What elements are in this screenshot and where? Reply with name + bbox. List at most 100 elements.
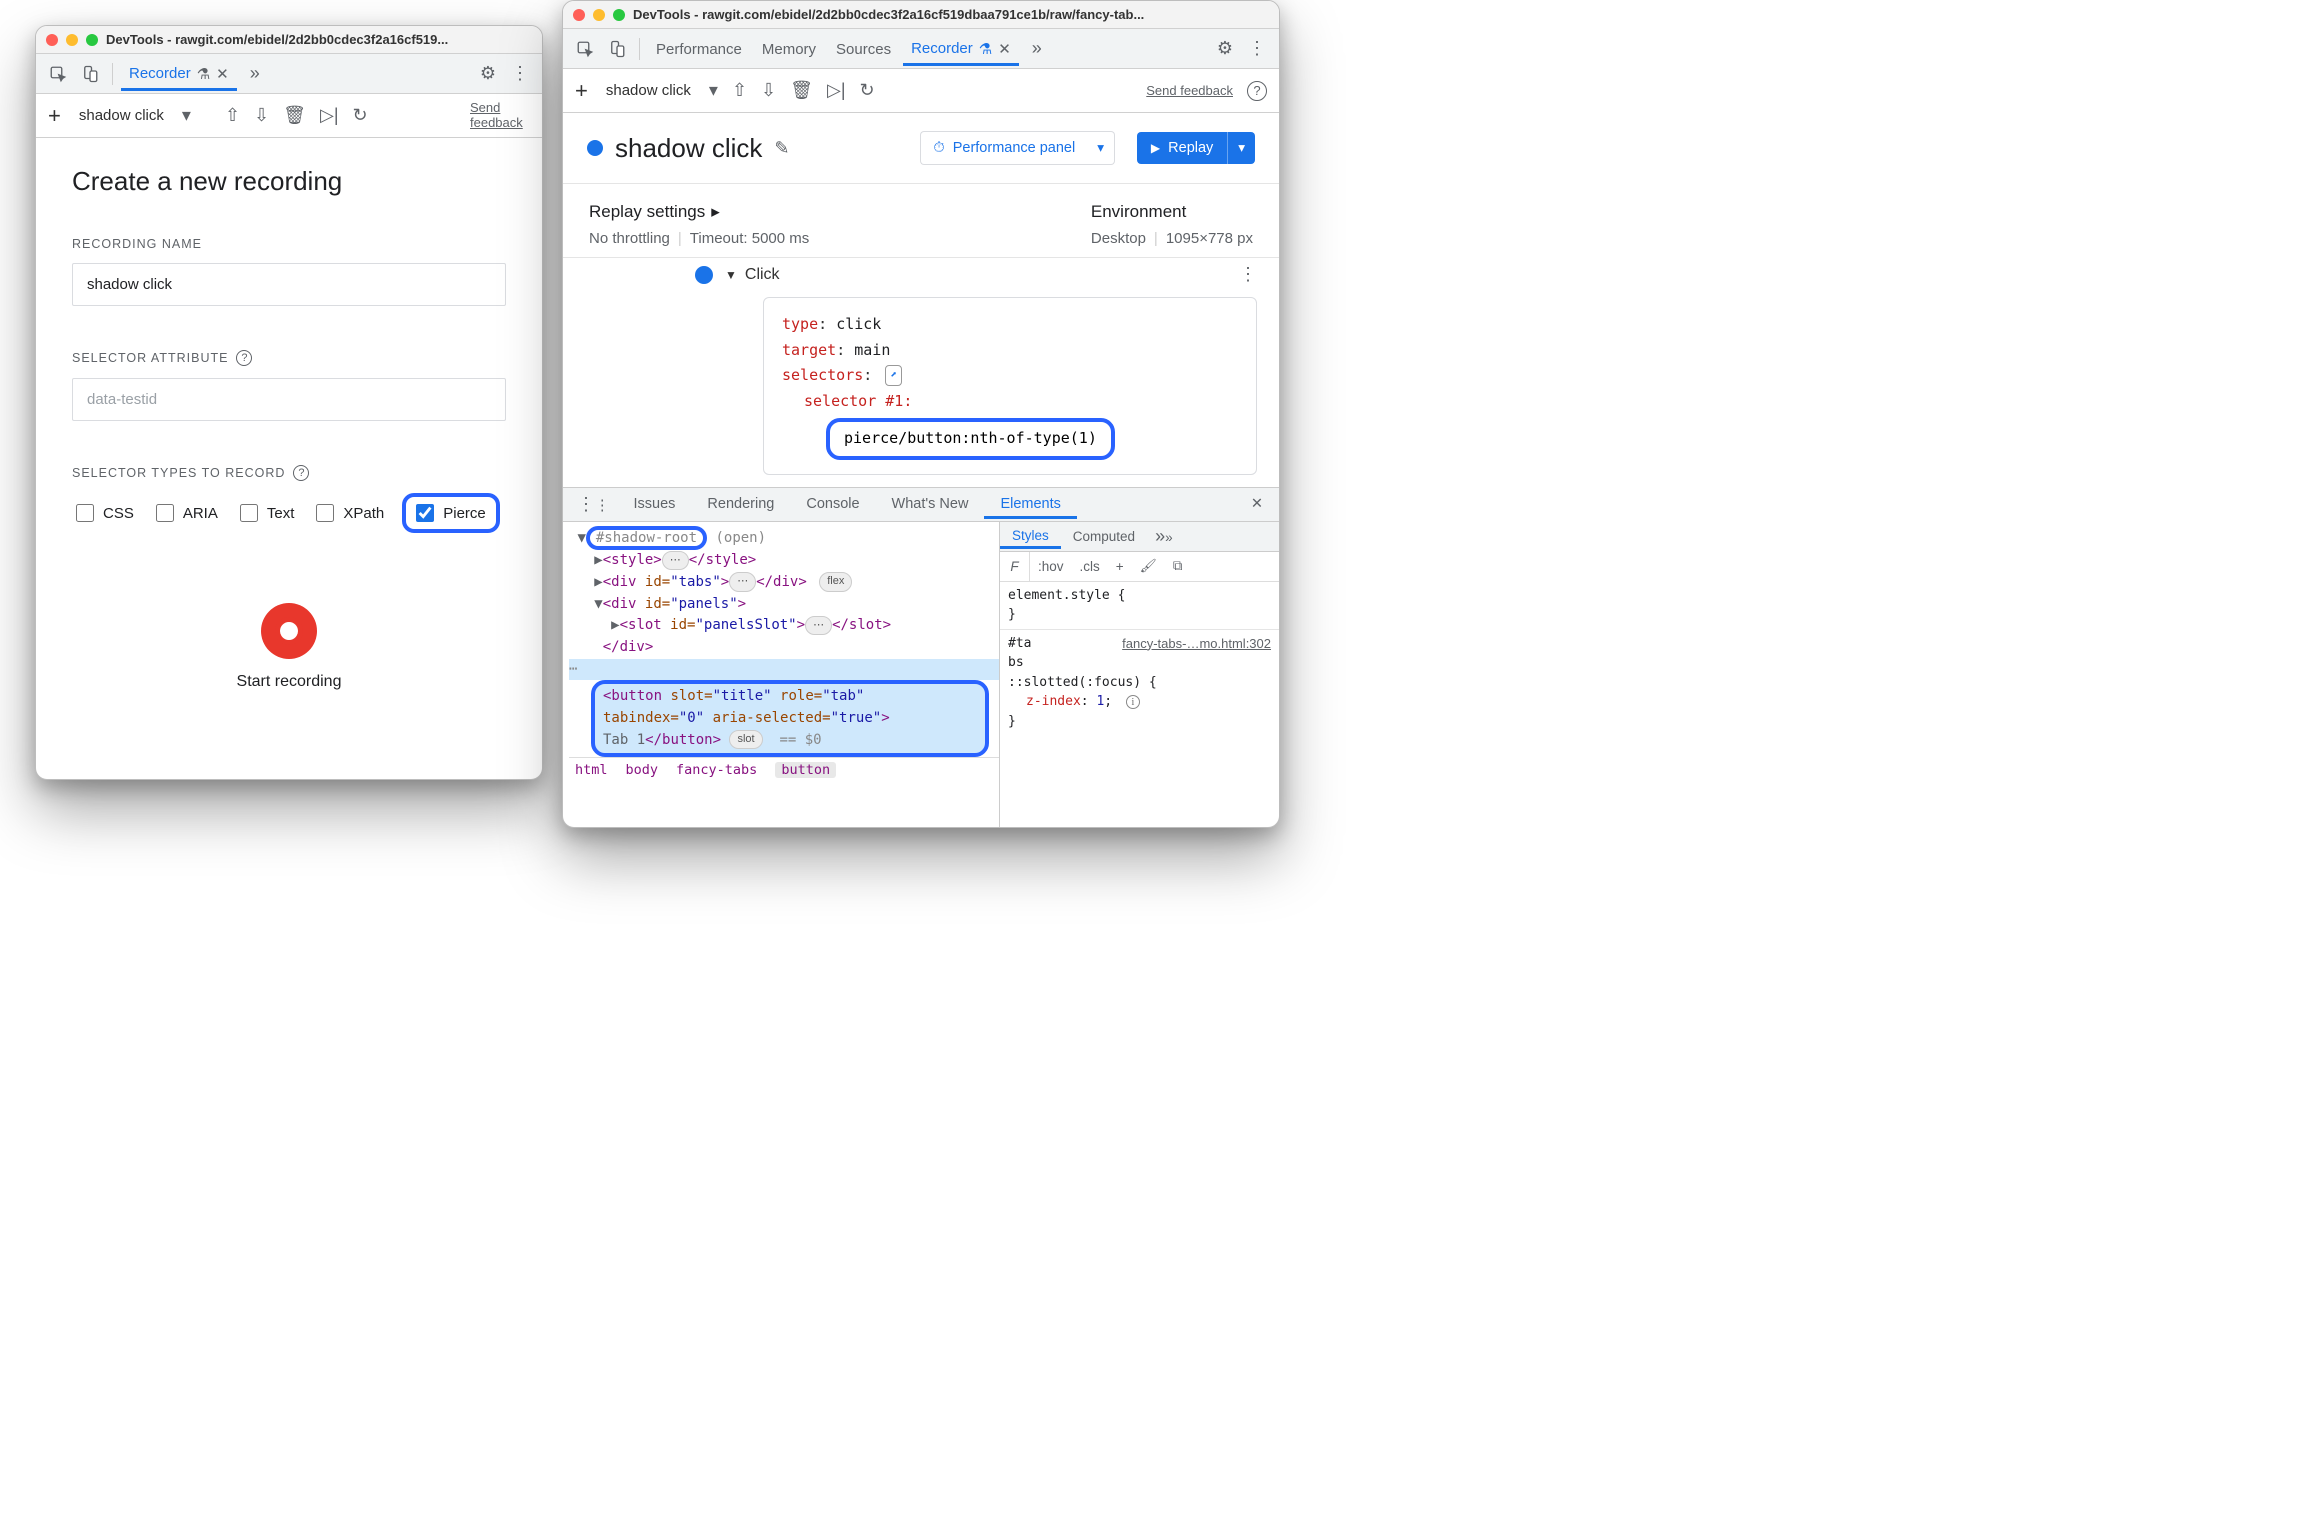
send-feedback-link[interactable]: Send feedback — [470, 101, 530, 130]
help-icon[interactable]: ? — [293, 465, 309, 481]
drawer-close-icon[interactable]: ✕ — [1241, 496, 1273, 512]
style-rules[interactable]: element.style { } #tafancy-tabs-…mo.html… — [1000, 582, 1279, 736]
export-icon[interactable]: ⇧ — [732, 80, 747, 101]
maximize-window-icon[interactable] — [86, 34, 98, 46]
checkbox-aria[interactable]: ARIA — [152, 501, 218, 525]
checkbox-pierce[interactable]: Pierce — [412, 501, 486, 525]
device-icon[interactable] — [76, 60, 104, 88]
page-heading: Create a new recording — [72, 166, 506, 197]
crumb-html[interactable]: html — [575, 762, 608, 778]
gauge-icon: ⏱ — [933, 140, 944, 156]
styles-computed-toggle-icon[interactable]: ⧉ — [1165, 558, 1191, 574]
menu-kebab-icon[interactable] — [1243, 35, 1271, 63]
delete-icon[interactable]: 🗑 — [283, 105, 306, 126]
replay-speed-icon[interactable]: ↻ — [860, 80, 875, 101]
flask-icon: ⚗︎ — [979, 40, 992, 58]
help-icon[interactable]: ? — [236, 350, 252, 366]
styles-filter-input[interactable]: F — [1000, 552, 1030, 581]
close-window-icon[interactable] — [573, 9, 585, 21]
tab-label: Recorder — [129, 65, 191, 82]
checkbox-text[interactable]: Text — [236, 501, 295, 525]
devtools-tabstrip: Performance Memory Sources Recorder ⚗︎ ✕ — [563, 29, 1279, 69]
tab-performance[interactable]: Performance — [648, 33, 750, 65]
replay-settings-toggle[interactable]: Replay settings — [589, 202, 809, 222]
new-recording-icon[interactable] — [48, 103, 61, 129]
help-icon[interactable]: ? — [1247, 81, 1267, 101]
window-title: DevTools - rawgit.com/ebidel/2d2bb0cdec3… — [633, 7, 1269, 22]
window-titlebar: DevTools - rawgit.com/ebidel/2d2bb0cdec3… — [36, 26, 542, 54]
shadow-root-highlight: #shadow-root — [586, 526, 707, 551]
replay-settings-summary: No throttling|Timeout: 5000 ms — [589, 230, 809, 247]
recording-dropdown-icon[interactable] — [709, 80, 718, 101]
drawer-tab-issues[interactable]: Issues — [618, 490, 692, 518]
styles-new-rule-icon[interactable]: + — [1108, 559, 1132, 574]
step-toggle[interactable]: ▼Click — [725, 266, 780, 284]
import-icon[interactable]: ⇩ — [761, 80, 776, 101]
device-icon[interactable] — [603, 35, 631, 63]
checkbox-xpath[interactable]: XPath — [312, 501, 384, 525]
dom-tree[interactable]: ▼#shadow-root (open) ▶<style>⋯</style> ▶… — [563, 522, 999, 829]
selector-attribute-input[interactable] — [72, 378, 506, 421]
inspect-icon[interactable] — [44, 60, 72, 88]
drawer-tab-elements[interactable]: Elements — [984, 490, 1076, 519]
selected-element-highlight: <button slot="title" role="tab" tabindex… — [591, 680, 989, 757]
performance-panel-button[interactable]: ⏱ Performance panel — [920, 131, 1087, 165]
dom-breadcrumbs[interactable]: html body fancy-tabs button — [569, 757, 999, 782]
new-recording-icon[interactable] — [575, 78, 588, 104]
settings-gear-icon[interactable] — [1211, 35, 1239, 63]
recorder-toolbar: shadow click ⇧ ⇩ 🗑 ▷| ↻ Send feedback — [36, 94, 542, 138]
recording-dropdown-icon[interactable] — [182, 105, 191, 126]
recording-name[interactable]: shadow click — [75, 107, 168, 124]
tab-close-icon[interactable]: ✕ — [216, 65, 229, 83]
tab-memory[interactable]: Memory — [754, 33, 824, 65]
styles-tab-styles[interactable]: Styles — [1000, 523, 1061, 549]
tab-recorder[interactable]: Recorder ⚗︎ ✕ — [121, 57, 237, 91]
step-over-icon[interactable]: ▷| — [320, 105, 339, 126]
close-window-icon[interactable] — [46, 34, 58, 46]
tab-sources[interactable]: Sources — [828, 33, 899, 65]
more-tabs-icon[interactable] — [241, 60, 269, 88]
import-icon[interactable]: ⇩ — [254, 105, 269, 126]
replay-button[interactable]: Replay — [1137, 132, 1227, 164]
recording-name-input[interactable] — [72, 263, 506, 306]
drawer-tab-whatsnew[interactable]: What's New — [876, 490, 985, 518]
selector-attribute-label: SELECTOR ATTRIBUTE ? — [72, 350, 506, 366]
tab-recorder[interactable]: Recorder ⚗︎ ✕ — [903, 32, 1019, 66]
send-feedback-link[interactable]: Send feedback — [1146, 83, 1233, 98]
edit-title-icon[interactable] — [774, 138, 789, 159]
minimize-window-icon[interactable] — [593, 9, 605, 21]
styles-more-tabs-icon[interactable]: » — [1147, 526, 1181, 547]
drawer-tab-rendering[interactable]: Rendering — [691, 490, 790, 518]
crumb-button[interactable]: button — [775, 762, 836, 778]
maximize-window-icon[interactable] — [613, 9, 625, 21]
tab-close-icon[interactable]: ✕ — [998, 40, 1011, 58]
recording-name[interactable]: shadow click — [602, 82, 695, 99]
crumb-fancy-tabs[interactable]: fancy-tabs — [676, 762, 757, 778]
replay-speed-icon[interactable]: ↻ — [353, 105, 368, 126]
more-tabs-icon[interactable] — [1023, 35, 1051, 63]
delete-icon[interactable]: 🗑 — [790, 80, 813, 101]
drawer-menu-icon[interactable]: ⋮ — [569, 494, 618, 515]
step-over-icon[interactable]: ▷| — [827, 80, 846, 101]
styles-paint-icon[interactable]: 🖌 — [1132, 558, 1165, 574]
performance-panel-dropdown[interactable] — [1087, 131, 1115, 165]
play-icon — [1151, 140, 1160, 156]
selector-types-label: SELECTOR TYPES TO RECORD ? — [72, 465, 506, 481]
inspect-selector-icon[interactable]: ⬈ — [885, 365, 902, 386]
replay-dropdown[interactable] — [1227, 132, 1255, 164]
drawer-tab-console[interactable]: Console — [790, 490, 875, 518]
styles-tab-computed[interactable]: Computed — [1061, 524, 1147, 549]
minimize-window-icon[interactable] — [66, 34, 78, 46]
menu-kebab-icon[interactable] — [506, 60, 534, 88]
checkbox-pierce-highlight: Pierce — [402, 493, 500, 533]
checkbox-css[interactable]: CSS — [72, 501, 134, 525]
crumb-body[interactable]: body — [626, 762, 659, 778]
styles-hov-toggle[interactable]: :hov — [1030, 559, 1072, 574]
start-recording-button[interactable] — [261, 603, 317, 659]
styles-cls-toggle[interactable]: .cls — [1072, 559, 1108, 574]
settings-gear-icon[interactable] — [474, 60, 502, 88]
info-icon[interactable]: i — [1126, 695, 1140, 709]
export-icon[interactable]: ⇧ — [225, 105, 240, 126]
step-menu-icon[interactable] — [1239, 264, 1257, 285]
inspect-icon[interactable] — [571, 35, 599, 63]
